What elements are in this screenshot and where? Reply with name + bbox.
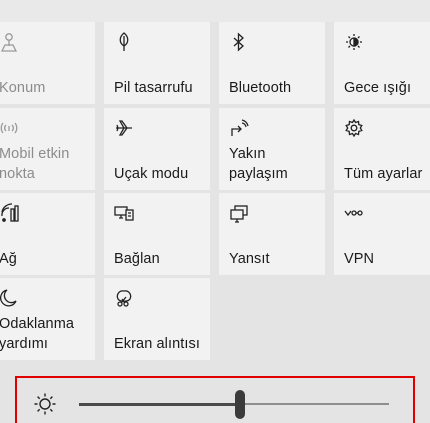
- tile-label: Odaklanma yardımı: [0, 316, 75, 352]
- brightness-slider-panel: [15, 376, 415, 423]
- snip-icon: [114, 287, 134, 309]
- tile-label: Konum: [0, 80, 46, 96]
- nearby-sharing-icon: [229, 117, 249, 139]
- tile-night-light[interactable]: Gece ışığı: [334, 22, 430, 104]
- airplane-icon: [114, 117, 134, 139]
- tile-label: Bağlan: [114, 251, 160, 267]
- tile-label: Yansıt: [229, 251, 270, 267]
- project-icon: [229, 202, 249, 224]
- tile-label: Uçak modu: [114, 166, 189, 182]
- brightness-track-remaining[interactable]: [243, 403, 389, 405]
- tile-focus-assist[interactable]: Odaklanma yardımı: [0, 278, 95, 360]
- tile-label: Bluetooth: [229, 80, 292, 96]
- brightness-track-filled[interactable]: [79, 403, 239, 406]
- tile-network[interactable]: Ağ: [0, 193, 95, 275]
- tile-all-settings[interactable]: Tüm ayarlar: [334, 108, 430, 190]
- focus-assist-moon-icon: [0, 287, 19, 309]
- vpn-icon: [344, 202, 364, 224]
- settings-gear-icon: [344, 117, 364, 139]
- tile-label: Gece ışığı: [344, 80, 412, 96]
- brightness-sun-icon: [33, 392, 57, 416]
- tile-snip[interactable]: Ekran alıntısı: [104, 278, 210, 360]
- tile-label: Ağ: [0, 251, 17, 267]
- tile-bluetooth[interactable]: Bluetooth: [219, 22, 325, 104]
- location-icon: [0, 31, 19, 53]
- bluetooth-icon: [229, 31, 249, 53]
- mobile-hotspot-icon: [0, 117, 19, 139]
- night-light-icon: [344, 31, 364, 53]
- tile-connect[interactable]: Bağlan: [104, 193, 210, 275]
- tile-label: Ekran alıntısı: [114, 336, 201, 352]
- tile-label: Yakın paylaşım: [229, 146, 288, 182]
- tile-nearby-sharing[interactable]: Yakın paylaşım: [219, 108, 325, 190]
- panel-top-strip: [0, 0, 430, 22]
- connect-icon: [114, 202, 134, 224]
- tile-location[interactable]: Konum: [0, 22, 95, 104]
- tile-mobile-hotspot[interactable]: Mobil etkin nokta: [0, 108, 95, 190]
- tile-label: Pil tasarrufu: [114, 80, 193, 96]
- tile-label: Tüm ayarlar: [344, 166, 423, 182]
- tile-battery-saver[interactable]: Pil tasarrufu: [104, 22, 210, 104]
- tile-label: Mobil etkin nokta: [0, 146, 70, 182]
- battery-saver-leaf-icon: [114, 31, 134, 53]
- tile-vpn[interactable]: VPN: [334, 193, 430, 275]
- network-icon: [0, 202, 19, 224]
- tile-label: VPN: [344, 251, 375, 267]
- brightness-slider-thumb[interactable]: [235, 390, 245, 419]
- tile-airplane-mode[interactable]: Uçak modu: [104, 108, 210, 190]
- tile-project[interactable]: Yansıt: [219, 193, 325, 275]
